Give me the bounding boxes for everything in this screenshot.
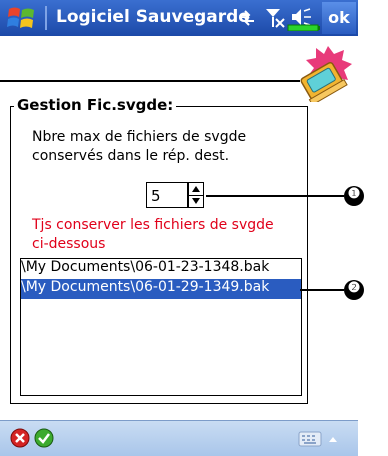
file-list-item[interactable]: \My Documents\06-01-23-1348.bak [21,259,301,279]
connectivity-icon[interactable] [240,10,254,26]
keyboard-icon[interactable] [298,431,322,447]
max-files-input[interactable]: 5 [146,182,188,208]
accept-icon[interactable] [34,428,54,448]
max-files-label: Nbre max de fichiers de svgde conservés … [32,129,247,164]
callout-line-2 [300,289,344,291]
title-bar: Logiciel Sauvegarde ok [0,0,358,36]
input-menu-arrow-icon[interactable] [328,435,338,443]
max-files-stepper[interactable] [188,182,204,208]
header-divider [0,80,300,82]
windows-start-icon[interactable] [6,4,38,32]
volume-icon[interactable] [292,8,311,26]
stepper-down-icon[interactable] [189,195,203,207]
battery-icon[interactable] [287,24,320,31]
backup-app-logo-icon [300,46,352,102]
bottom-bar [0,420,358,456]
app-title: Logiciel Sauvegarde [56,7,250,27]
file-list-item-selected[interactable]: \My Documents\06-01-29-1349.bak [21,279,301,299]
cancel-icon[interactable] [10,428,30,448]
ok-button[interactable]: ok [322,2,356,34]
backup-file-list[interactable]: \My Documents\06-01-23-1348.bak \My Docu… [20,258,302,396]
keep-files-label: Tjs conserver les fichiers de svgde ci-d… [32,217,274,252]
callout-marker-1: ❶ [344,186,364,206]
title-separator [45,6,47,30]
signal-off-icon[interactable] [266,9,285,28]
group-title: Gestion Fic.svgde: [14,96,177,114]
callout-line-1 [206,195,344,197]
callout-marker-2: ❷ [344,280,364,300]
